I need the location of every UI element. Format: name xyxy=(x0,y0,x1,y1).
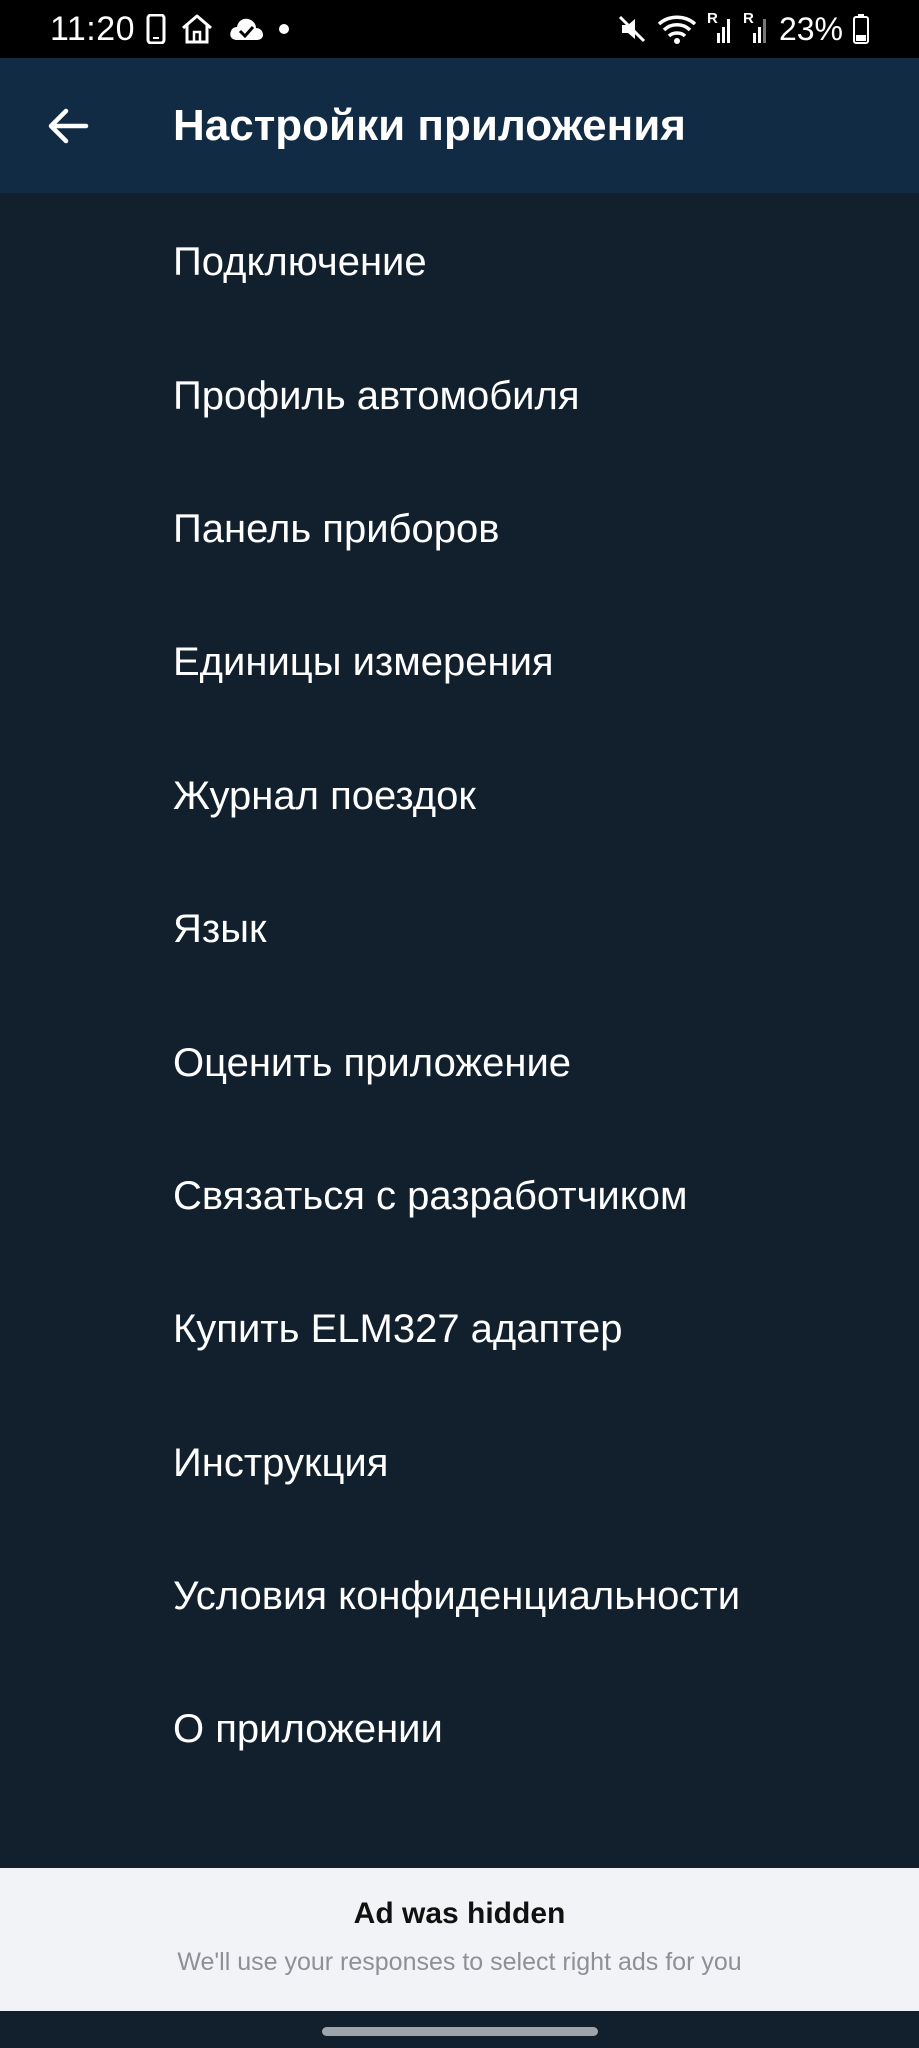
wifi-icon xyxy=(657,15,697,44)
status-right-icons: R R 23% xyxy=(617,10,869,48)
battery-icon xyxy=(853,14,869,44)
ad-subtitle: We'll use your responses to select right… xyxy=(177,1948,742,1976)
menu-item-privacy[interactable]: Условия конфиденциальности xyxy=(0,1530,919,1663)
gesture-handle[interactable] xyxy=(322,2027,598,2036)
menu-item-label: Связаться с разработчиком xyxy=(173,1173,688,1218)
ad-banner[interactable]: Ad was hidden We'll use your responses t… xyxy=(0,1868,919,2011)
menu-item-language[interactable]: Язык xyxy=(0,863,919,996)
signal-r-icon: R xyxy=(742,10,769,45)
back-button[interactable] xyxy=(30,88,106,164)
menu-item-label: Подключение xyxy=(173,240,427,285)
menu-item-label: Инструкция xyxy=(173,1440,389,1485)
ad-title: Ad was hidden xyxy=(353,1897,566,1930)
menu-item-rate-app[interactable]: Оценить приложение xyxy=(0,996,919,1129)
menu-item-connection[interactable]: Подключение xyxy=(0,196,919,329)
menu-item-label: Язык xyxy=(173,907,267,952)
phone-icon xyxy=(146,14,166,44)
cloud-check-icon xyxy=(230,18,263,40)
app-bar: Настройки приложения xyxy=(0,58,919,193)
menu-item-label: Панель приборов xyxy=(173,506,500,551)
mute-icon xyxy=(618,15,646,43)
signal-badge: R xyxy=(742,10,754,27)
menu-item-label: Оценить приложение xyxy=(173,1040,572,1085)
dot-icon xyxy=(279,24,289,34)
menu-item-label: Условия конфиденциальности xyxy=(173,1574,741,1619)
settings-list: Подключение Профиль автомобиля Панель пр… xyxy=(0,196,919,1797)
menu-item-units[interactable]: Единицы измерения xyxy=(0,596,919,729)
menu-item-trip-log[interactable]: Журнал поездок xyxy=(0,730,919,863)
menu-item-buy-adapter[interactable]: Купить ELM327 адаптер xyxy=(0,1263,919,1396)
menu-item-label: Журнал поездок xyxy=(173,773,476,818)
signal-badge: R xyxy=(706,10,718,27)
menu-item-contact-developer[interactable]: Связаться с разработчиком xyxy=(0,1130,919,1263)
status-bar: 11:20 R R 23% xyxy=(0,0,919,58)
menu-item-label: Единицы измерения xyxy=(173,640,554,685)
signal-r-icon: R xyxy=(706,10,733,45)
menu-item-about[interactable]: О приложении xyxy=(0,1663,919,1796)
arrow-left-icon xyxy=(48,108,89,144)
settings-screen: 11:20 R R 23% Настройки приложения Подкл… xyxy=(0,0,919,2048)
menu-item-label: Купить ELM327 адаптер xyxy=(173,1307,623,1352)
menu-item-dashboard[interactable]: Панель приборов xyxy=(0,463,919,596)
home-icon xyxy=(182,14,212,44)
menu-item-label: Профиль автомобиля xyxy=(173,373,580,418)
menu-item-vehicle-profile[interactable]: Профиль автомобиля xyxy=(0,329,919,462)
battery-percent: 23% xyxy=(778,11,843,47)
menu-item-label: О приложении xyxy=(173,1707,443,1752)
navigation-area xyxy=(0,2011,919,2048)
status-left-icons xyxy=(146,13,290,45)
page-title: Настройки приложения xyxy=(173,101,686,150)
status-time: 11:20 xyxy=(50,10,136,48)
menu-item-instructions[interactable]: Инструкция xyxy=(0,1397,919,1530)
